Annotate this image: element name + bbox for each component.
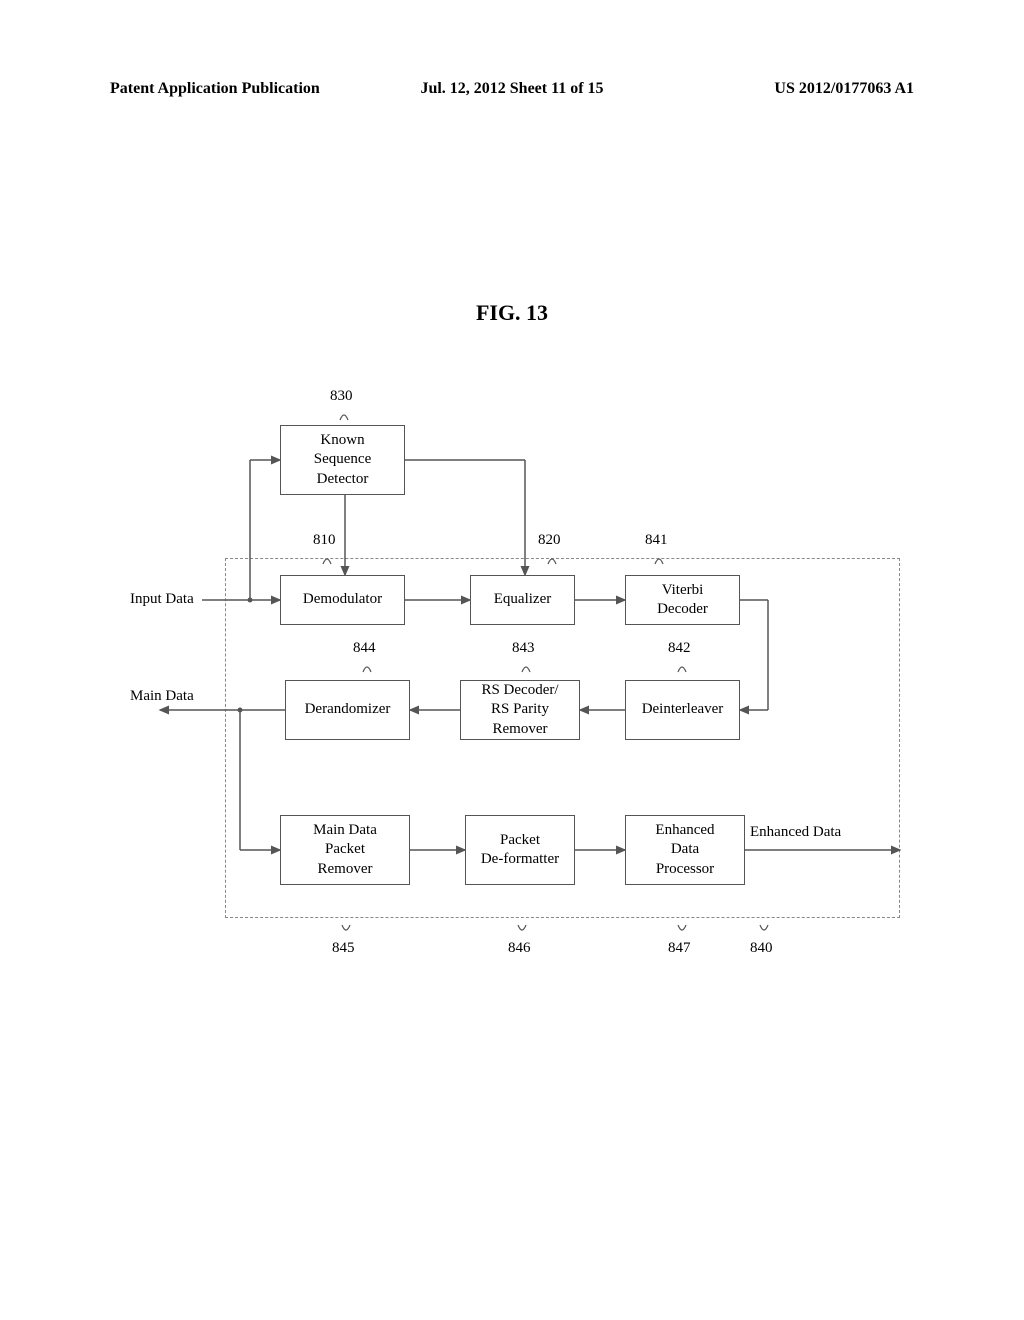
ref-847: 847	[668, 940, 691, 957]
ref-tick-830	[338, 408, 348, 422]
ref-tick-844	[361, 660, 371, 674]
ref-tick-843	[520, 660, 530, 674]
ref-842: 842	[668, 640, 691, 657]
block-demodulator: Demodulator	[280, 575, 405, 625]
ref-844: 844	[353, 640, 376, 657]
header-left: Patent Application Publication	[110, 80, 378, 98]
ref-840: 840	[750, 940, 773, 957]
block-enhanced-proc: Enhanced Data Processor	[625, 815, 745, 885]
ref-810: 810	[313, 532, 336, 549]
ref-tick-810	[321, 552, 331, 566]
block-viterbi-decoder: Viterbi Decoder	[625, 575, 740, 625]
block-equalizer: Equalizer	[470, 575, 575, 625]
ref-830: 830	[330, 388, 353, 405]
ref-tick-846	[516, 923, 526, 937]
header-right: US 2012/0177063 A1	[646, 80, 914, 98]
block-deinterleaver: Deinterleaver	[625, 680, 740, 740]
block-known-sequence-detector: Known Sequence Detector	[280, 425, 405, 495]
diagram: Known Sequence Detector Demodulator Equa…	[160, 380, 860, 980]
block-deformatter: Packet De-formatter	[465, 815, 575, 885]
ref-tick-820	[546, 552, 556, 566]
ref-tick-840	[758, 923, 768, 937]
block-derandomizer: Derandomizer	[285, 680, 410, 740]
ref-820: 820	[538, 532, 561, 549]
header-center: Jul. 12, 2012 Sheet 11 of 15	[378, 80, 646, 98]
ref-843: 843	[512, 640, 535, 657]
ref-tick-845	[340, 923, 350, 937]
ref-tick-841	[653, 552, 663, 566]
ref-841: 841	[645, 532, 668, 549]
ref-845: 845	[332, 940, 355, 957]
label-main-data: Main Data	[130, 688, 194, 705]
label-input-data: Input Data	[130, 591, 194, 608]
ref-tick-842	[676, 660, 686, 674]
figure-label: FIG. 13	[0, 300, 1024, 326]
ref-tick-847	[676, 923, 686, 937]
ref-846: 846	[508, 940, 531, 957]
label-enhanced-data: Enhanced Data	[750, 824, 841, 841]
block-rs: RS Decoder/ RS Parity Remover	[460, 680, 580, 740]
block-main-remover: Main Data Packet Remover	[280, 815, 410, 885]
